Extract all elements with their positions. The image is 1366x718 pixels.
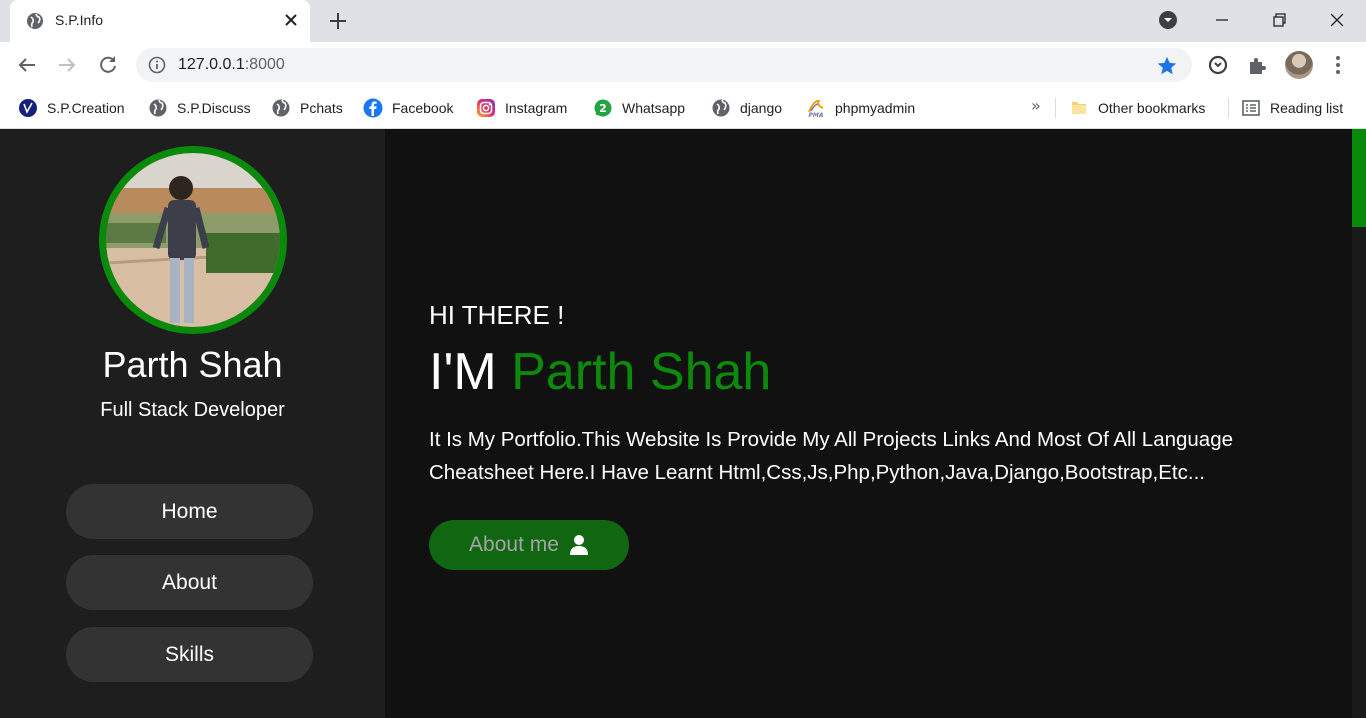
hero-description: It Is My Portfolio.This Website Is Provi… (429, 428, 1234, 484)
bookmark-label: S.P.Creation (47, 100, 125, 116)
globe-icon (149, 99, 167, 117)
url-host: 127.0.0.1 (178, 56, 245, 73)
bookmarks-bar: S.P.Creation S.P.Discuss Pchats Facebook… (0, 88, 1366, 129)
profile-avatar[interactable] (1285, 51, 1313, 79)
tab-strip: S.P.Info (0, 0, 1366, 42)
folder-icon (1072, 102, 1086, 114)
profile-role: Full Stack Developer (100, 399, 285, 421)
svg-text:PMA: PMA (808, 112, 823, 118)
url-text[interactable]: 127.0.0.1:8000 (178, 56, 285, 74)
bookmark-label: phpmyadmin (835, 100, 916, 116)
bookmark-sp-creation[interactable]: S.P.Creation (18, 96, 125, 120)
nav-about-button[interactable]: About (66, 555, 313, 610)
sync-icon[interactable] (1206, 53, 1230, 77)
bookmark-label: Instagram (505, 100, 568, 116)
svg-text:2: 2 (599, 102, 607, 115)
back-icon[interactable] (15, 53, 39, 77)
minimize-icon[interactable] (1210, 8, 1234, 32)
user-icon (569, 535, 588, 555)
url-port: :8000 (244, 56, 285, 73)
bookmark-label: S.P.Discuss (177, 100, 251, 116)
hero-section: HI THERE ! I'M Parth Shah It Is My Portf… (385, 129, 1352, 718)
profile-name: Parth Shah (102, 344, 283, 385)
page-scrollbar[interactable] (1352, 129, 1366, 718)
bookmark-pchats[interactable]: Pchats (271, 96, 343, 120)
extensions-icon[interactable] (1246, 53, 1270, 77)
reading-list[interactable]: Reading list (1241, 96, 1343, 120)
bookmark-label: Other bookmarks (1098, 100, 1206, 116)
bookmark-phpmyadmin[interactable]: PMA phpmyadmin (806, 96, 915, 120)
address-bar[interactable]: 127.0.0.1:8000 (136, 48, 1192, 82)
browser-toolbar: 127.0.0.1:8000 (0, 42, 1366, 88)
reload-icon[interactable] (96, 53, 120, 77)
hero-im: I'M (429, 343, 497, 401)
tab-title: S.P.Info (55, 12, 104, 28)
phpmyadmin-icon: PMA (808, 100, 824, 118)
globe-icon (712, 99, 730, 117)
close-icon[interactable] (283, 12, 299, 28)
bookmark-label: Whatsapp (622, 100, 686, 116)
nav-skills-button[interactable]: Skills (66, 627, 313, 682)
bookmark-label: Facebook (392, 100, 454, 116)
hero-name: Parth Shah (511, 343, 772, 401)
new-tab-icon[interactable] (327, 10, 349, 32)
other-bookmarks[interactable]: Other bookmarks (1069, 96, 1205, 120)
bookmark-facebook[interactable]: Facebook (363, 96, 453, 120)
sidebar: Parth Shah Full Stack Developer Home Abo… (0, 129, 385, 718)
bookmark-whatsapp[interactable]: 2 Whatsapp (593, 96, 685, 120)
profile-photo-image (106, 153, 280, 327)
more-bookmarks-chevron-icon[interactable]: » (1031, 96, 1041, 115)
bookmark-star-icon[interactable] (1156, 55, 1178, 77)
forward-icon[interactable] (55, 53, 79, 77)
sp-creation-icon (19, 99, 37, 117)
about-me-button[interactable]: About me (429, 520, 629, 570)
profile-photo (99, 146, 287, 334)
restore-icon[interactable] (1267, 8, 1291, 32)
bookmark-instagram[interactable]: Instagram (476, 96, 567, 120)
instagram-icon (477, 99, 495, 117)
scrollbar-thumb[interactable] (1352, 129, 1366, 227)
tab-search-icon[interactable] (1156, 8, 1180, 32)
bookmarks-divider (1055, 98, 1056, 118)
facebook-icon (363, 98, 383, 118)
hero-greeting: HI THERE ! (429, 300, 565, 330)
hero-headline: I'M Parth Shah (429, 342, 771, 402)
nav-home-button[interactable]: Home (66, 484, 313, 539)
globe-icon (272, 99, 290, 117)
bookmark-label: django (740, 100, 783, 116)
browser-tab[interactable]: S.P.Info (10, 0, 310, 42)
bookmarks-divider (1228, 98, 1229, 118)
bookmark-django[interactable]: django (711, 96, 782, 120)
globe-icon (27, 13, 43, 29)
menu-icon[interactable] (1326, 53, 1350, 77)
window-close-icon[interactable] (1325, 8, 1349, 32)
info-icon[interactable] (148, 56, 166, 74)
bookmark-sp-discuss[interactable]: S.P.Discuss (148, 96, 251, 120)
whatsapp-icon: 2 (594, 99, 612, 117)
about-me-label: About me (469, 533, 559, 556)
bookmark-label: Pchats (300, 100, 343, 116)
reading-list-icon (1242, 100, 1260, 116)
bookmark-label: Reading list (1270, 100, 1344, 116)
